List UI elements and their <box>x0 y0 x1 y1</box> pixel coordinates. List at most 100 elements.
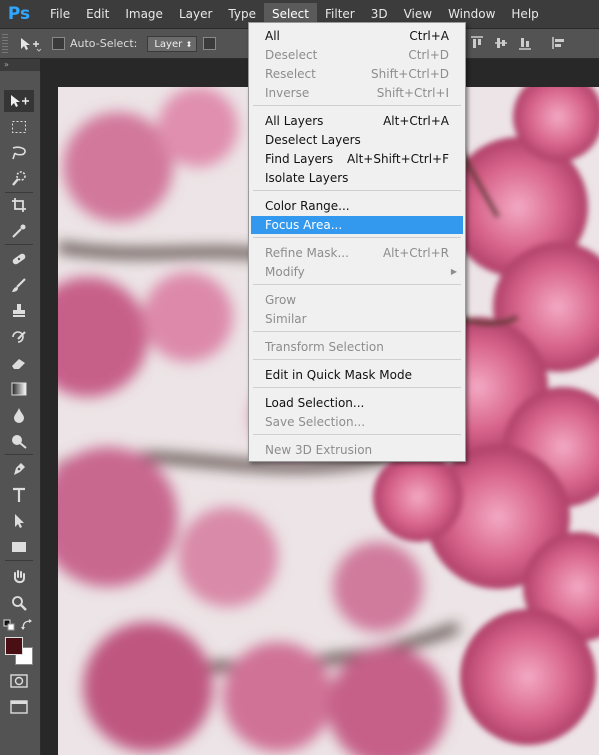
menu-item-shortcut: Alt+Ctrl+R <box>382 246 449 260</box>
quick-selection-icon[interactable] <box>4 168 34 190</box>
menu-item-save-selection[interactable]: Save Selection... <box>251 413 463 431</box>
menu-item-deselect-layers[interactable]: Deselect Layers <box>251 131 463 149</box>
submenu-arrow-icon: ▶ <box>450 267 457 276</box>
menu-item-label: Deselect <box>265 48 318 62</box>
clone-stamp-icon[interactable] <box>4 300 34 322</box>
menu-item-shortcut: Shift+Ctrl+D <box>371 67 449 81</box>
align-top-edges-icon[interactable] <box>468 33 486 53</box>
menu-item-label: Transform Selection <box>265 340 384 354</box>
foreground-color-swatch[interactable] <box>5 637 23 655</box>
dodge-icon[interactable] <box>4 430 34 452</box>
menu-item-label: Focus Area... <box>265 218 343 232</box>
auto-select-checkbox[interactable] <box>52 37 65 50</box>
dropdown-arrows-icon: ⬍ <box>185 39 193 49</box>
menu-item-shortcut: Ctrl+D <box>408 48 449 62</box>
menu-item-all[interactable]: All Ctrl+A <box>251 27 463 45</box>
tools-panel-collapse-tab[interactable]: » <box>0 59 40 71</box>
auto-select-label: Auto-Select: <box>70 37 138 50</box>
menu-separator <box>253 190 461 191</box>
menu-help[interactable]: Help <box>503 3 546 25</box>
rectangle-shape-icon[interactable] <box>4 536 34 558</box>
path-selection-icon[interactable] <box>4 510 34 532</box>
menu-item-inverse[interactable]: Inverse Shift+Ctrl+I <box>251 84 463 102</box>
eraser-icon[interactable] <box>4 352 34 374</box>
select-menu-dropdown: All Ctrl+A Deselect Ctrl+D Reselect Shift+C… <box>248 22 466 462</box>
blur-icon[interactable] <box>4 404 34 426</box>
menu-item-all-layers[interactable]: All Layers Alt+Ctrl+A <box>251 112 463 130</box>
menu-item-label: Modify <box>265 265 305 279</box>
menu-separator <box>253 359 461 360</box>
brush-icon[interactable] <box>4 274 34 296</box>
align-vertical-centers-icon[interactable] <box>492 33 510 53</box>
menu-file[interactable]: File <box>42 3 78 25</box>
menu-edit[interactable]: Edit <box>78 3 117 25</box>
menu-item-shortcut: Ctrl+A <box>409 29 449 43</box>
menu-item-load-selection[interactable]: Load Selection... <box>251 394 463 412</box>
menu-item-new-3d-extrusion[interactable]: New 3D Extrusion <box>251 441 463 459</box>
menu-item-label: Color Range... <box>265 199 350 213</box>
rectangular-marquee-icon[interactable] <box>4 116 34 138</box>
menu-item-find-layers[interactable]: Find Layers Alt+Shift+Ctrl+F <box>251 150 463 168</box>
menu-separator <box>253 105 461 106</box>
pen-icon[interactable] <box>4 458 34 480</box>
healing-brush-icon[interactable] <box>4 248 34 270</box>
menu-item-label: Inverse <box>265 86 310 100</box>
menu-item-grow[interactable]: Grow <box>251 291 463 309</box>
menu-item-label: Refine Mask... <box>265 246 349 260</box>
menu-separator <box>253 434 461 435</box>
default-colors-icon[interactable] <box>2 619 16 631</box>
lasso-icon[interactable] <box>4 142 34 164</box>
history-brush-icon[interactable] <box>4 326 34 348</box>
auto-select-target-dropdown[interactable]: Layer ⬍ <box>147 35 198 52</box>
gradient-icon[interactable] <box>4 378 34 400</box>
quick-mask-icon[interactable] <box>4 670 34 692</box>
move-tool-icon[interactable] <box>4 90 34 112</box>
menu-item-modify[interactable]: Modify ▶ <box>251 263 463 281</box>
type-tool-icon[interactable] <box>4 484 34 506</box>
menu-item-shortcut: Alt+Ctrl+A <box>383 114 449 128</box>
menu-item-transform-selection[interactable]: Transform Selection <box>251 338 463 356</box>
tools-separator <box>5 454 33 455</box>
tools-panel <box>0 71 41 755</box>
crop-icon[interactable] <box>4 194 34 216</box>
menu-layer[interactable]: Layer <box>171 3 220 25</box>
menu-item-label: Save Selection... <box>265 415 366 429</box>
menu-separator <box>253 284 461 285</box>
auto-select-target-value: Layer <box>154 38 183 50</box>
menu-item-reselect[interactable]: Reselect Shift+Ctrl+D <box>251 65 463 83</box>
show-transform-controls-checkbox[interactable] <box>203 37 217 50</box>
menu-image[interactable]: Image <box>117 3 171 25</box>
hand-icon[interactable] <box>4 566 34 588</box>
menu-separator <box>253 237 461 238</box>
menu-item-label: Reselect <box>265 67 316 81</box>
eyedropper-icon[interactable] <box>4 220 34 242</box>
tools-separator <box>5 560 33 561</box>
zoom-icon[interactable] <box>4 592 34 614</box>
screen-mode-icon[interactable] <box>4 696 34 718</box>
menu-item-deselect[interactable]: Deselect Ctrl+D <box>251 46 463 64</box>
menu-item-label: Isolate Layers <box>265 171 349 185</box>
menu-item-similar[interactable]: Similar <box>251 310 463 328</box>
menu-item-label: Grow <box>265 293 297 307</box>
menu-item-refine-mask[interactable]: Refine Mask... Alt+Ctrl+R <box>251 244 463 262</box>
align-bottom-edges-icon[interactable] <box>516 33 534 53</box>
align-buttons <box>468 33 568 53</box>
menu-separator <box>253 331 461 332</box>
tools-separator <box>5 244 33 245</box>
menu-item-isolate-layers[interactable]: Isolate Layers <box>251 169 463 187</box>
swap-colors-icon[interactable] <box>20 619 34 631</box>
menu-item-color-range[interactable]: Color Range... <box>251 197 463 215</box>
align-left-edges-icon[interactable] <box>550 33 568 53</box>
menu-item-shortcut: Shift+Ctrl+I <box>376 86 449 100</box>
menu-item-focus-area[interactable]: Focus Area... <box>251 216 463 234</box>
menu-item-shortcut: Alt+Shift+Ctrl+F <box>347 152 449 166</box>
options-grip[interactable] <box>2 33 8 54</box>
menu-item-label: Edit in Quick Mask Mode <box>265 368 412 382</box>
menu-separator <box>253 387 461 388</box>
move-tool-preset-icon[interactable] <box>14 33 46 55</box>
photoshop-logo: Ps <box>7 4 31 24</box>
menu-item-label: Find Layers <box>265 152 334 166</box>
tools-separator <box>5 192 33 193</box>
menu-item-label: Similar <box>265 312 307 326</box>
menu-item-quick-mask[interactable]: Edit in Quick Mask Mode <box>251 366 463 384</box>
